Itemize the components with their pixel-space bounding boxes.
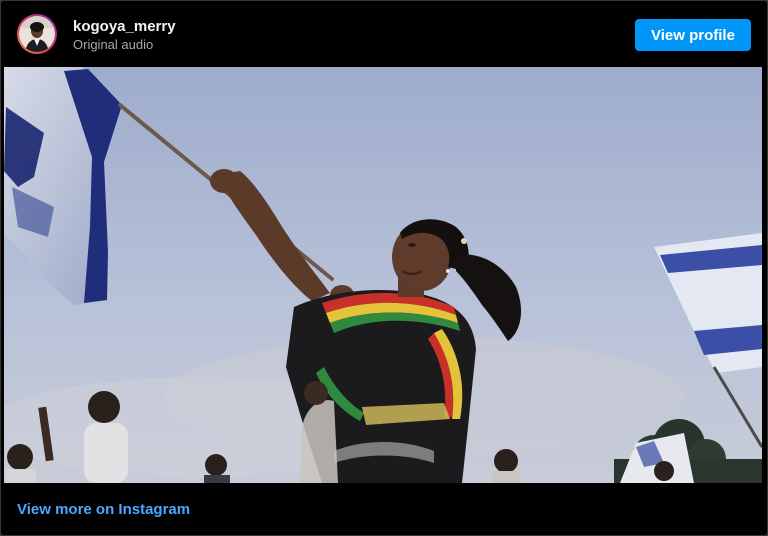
avatar-image (19, 16, 55, 52)
video-scene-image (4, 67, 762, 483)
avatar-portrait-icon (19, 16, 55, 52)
audio-label[interactable]: Original audio (73, 37, 176, 53)
view-profile-button[interactable]: View profile (635, 19, 751, 51)
username-link[interactable]: kogoya_merry (73, 18, 176, 36)
avatar[interactable] (17, 14, 57, 54)
instagram-embed: kogoya_merry Original audio View profile (0, 0, 768, 536)
user-info: kogoya_merry Original audio (73, 18, 176, 53)
video-frame[interactable] (4, 67, 762, 483)
view-more-on-instagram-link[interactable]: View more on Instagram (17, 501, 190, 519)
embed-footer: View more on Instagram (1, 483, 767, 535)
embed-header: kogoya_merry Original audio View profile (1, 1, 767, 67)
